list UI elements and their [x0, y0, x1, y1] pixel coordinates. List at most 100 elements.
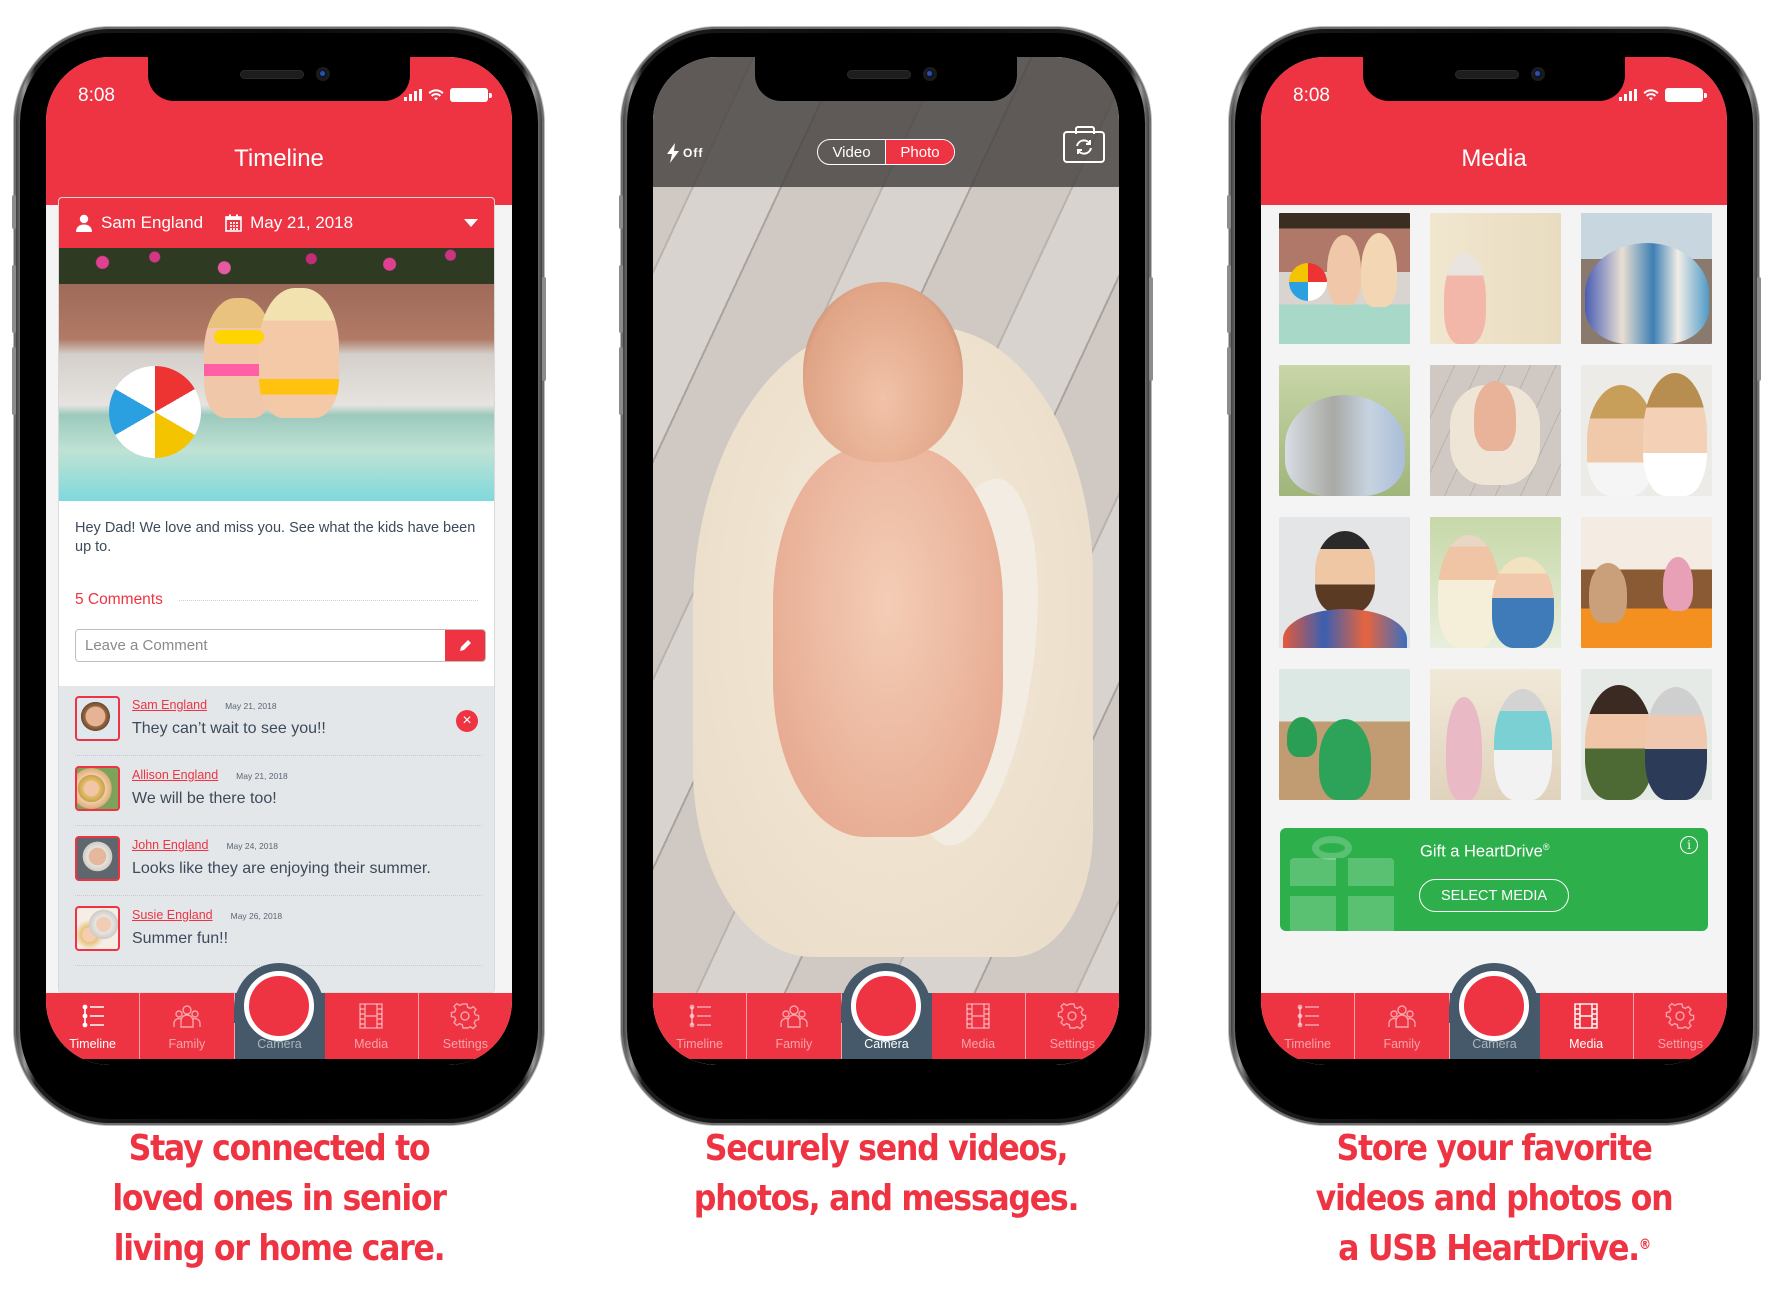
gift-heartdrive-banner: Gift a HeartDrive® SELECT MEDIA i	[1280, 828, 1708, 931]
media-thumbnail[interactable]	[1430, 213, 1561, 344]
media-thumbnail[interactable]	[1430, 669, 1561, 800]
family-icon	[173, 1005, 201, 1028]
side-button	[1757, 277, 1761, 381]
volume-up-button	[619, 265, 623, 333]
tab-settings[interactable]: Settings	[1026, 993, 1119, 1059]
mode-photo[interactable]: Photo	[886, 140, 954, 164]
comments-header: 5 Comments	[59, 581, 494, 619]
comment-text: Looks like they are enjoying their summe…	[132, 860, 431, 877]
shutter-button[interactable]	[851, 971, 921, 1041]
flash-label: Off	[683, 146, 704, 160]
shutter-button[interactable]	[1459, 971, 1529, 1041]
tab-timeline[interactable]: Timeline	[46, 993, 141, 1059]
media-thumbnail[interactable]	[1430, 365, 1561, 496]
media-thumbnail[interactable]	[1279, 669, 1410, 800]
caption-timeline: Stay connected to loved ones in senior l…	[112, 1128, 447, 1269]
tab-label: Media	[354, 1037, 389, 1051]
pencil-icon	[460, 639, 471, 651]
caption-camera: Securely send videos, photos, and messag…	[693, 1128, 1080, 1219]
side-button	[542, 277, 546, 381]
tab-label: Family	[168, 1037, 206, 1051]
tab-family[interactable]: Family	[1355, 993, 1450, 1059]
timeline-icon	[1297, 1004, 1319, 1028]
mode-video[interactable]: Video	[818, 140, 886, 164]
camera-viewfinder[interactable]	[653, 57, 1119, 1065]
wifi-icon	[428, 89, 444, 101]
comment-input-group	[75, 629, 486, 662]
avatar	[75, 766, 120, 811]
close-icon: ×	[462, 712, 472, 729]
tab-timeline[interactable]: Timeline	[653, 993, 748, 1059]
comment-text: Summer fun!!	[132, 930, 229, 947]
comment-input[interactable]	[76, 630, 445, 661]
film-icon	[966, 1003, 990, 1029]
tab-family[interactable]: Family	[747, 993, 842, 1059]
tab-media[interactable]: Media	[932, 993, 1026, 1059]
post-date: May 21, 2018	[250, 213, 354, 232]
tab-family[interactable]: Family	[140, 993, 235, 1059]
tab-media[interactable]: Media	[325, 993, 419, 1059]
media-thumbnail[interactable]	[1430, 517, 1561, 648]
media-thumbnail[interactable]	[1581, 517, 1712, 648]
comment-author[interactable]: Susie England	[132, 908, 213, 922]
calendar-icon	[225, 214, 242, 232]
comment-text: They can’t wait to see you!!	[132, 720, 326, 737]
media-grid	[1279, 213, 1712, 800]
select-media-button[interactable]: SELECT MEDIA	[1419, 879, 1569, 912]
notch	[1363, 57, 1625, 101]
post-photo[interactable]	[59, 248, 494, 501]
gear-icon	[451, 1002, 480, 1030]
media-thumbnail[interactable]	[1279, 213, 1410, 344]
tab-label: Timeline	[676, 1037, 724, 1051]
status-time: 8:08	[1293, 85, 1330, 106]
volume-down-button	[1227, 347, 1231, 415]
tab-settings[interactable]: Settings	[1634, 993, 1727, 1059]
comment-author[interactable]: John England	[132, 838, 208, 852]
tab-label: Media	[961, 1037, 996, 1051]
volume-down-button	[619, 347, 623, 415]
post-author: Sam England	[101, 213, 204, 232]
tab-label: Family	[775, 1037, 813, 1051]
family-icon	[1388, 1005, 1416, 1028]
tab-label: Settings	[1049, 1037, 1095, 1051]
shutter-button[interactable]	[244, 971, 314, 1041]
gift-icon	[1312, 836, 1352, 860]
post-header[interactable]: Sam England May 21, 2018	[59, 198, 494, 248]
media-thumbnail[interactable]	[1581, 213, 1712, 344]
comment-date: May 21, 2018	[236, 771, 288, 781]
media-thumbnail[interactable]	[1581, 669, 1712, 800]
timeline-icon	[689, 1004, 711, 1028]
chevron-down-icon[interactable]	[464, 219, 478, 227]
notch	[148, 57, 410, 101]
notch	[755, 57, 1017, 101]
caption-media: Store your favorite videos and photos on…	[1315, 1128, 1674, 1269]
comments-list: Sam England May 21, 2018 They can’t wait …	[59, 686, 494, 992]
info-icon[interactable]: i	[1680, 836, 1698, 854]
flip-camera-button[interactable]	[1063, 126, 1105, 163]
comments-count[interactable]: 5 Comments	[75, 591, 163, 609]
comment-text: We will be there too!	[132, 790, 277, 807]
comment-author[interactable]: Allison England	[132, 768, 218, 782]
film-icon	[359, 1003, 383, 1029]
post-comment-button[interactable]	[445, 630, 485, 661]
screen: Media 8:08 Gift a HeartDrive® SELECT MED…	[1261, 57, 1727, 1065]
flash-toggle[interactable]: Off	[667, 143, 703, 163]
tab-label: Timeline	[69, 1037, 117, 1051]
gear-icon	[1666, 1002, 1695, 1030]
comment-item: John England May 24, 2018 Looks like they…	[75, 826, 482, 896]
media-thumbnail[interactable]	[1279, 517, 1410, 648]
tab-label: Timeline	[1284, 1037, 1332, 1051]
tab-settings[interactable]: Settings	[419, 993, 512, 1059]
tab-label: Media	[1569, 1037, 1604, 1051]
status-time: 8:08	[78, 85, 115, 106]
delete-comment-button[interactable]: ×	[456, 710, 478, 732]
tab-media[interactable]: Media	[1540, 993, 1634, 1059]
media-thumbnail[interactable]	[1581, 365, 1712, 496]
avatar	[75, 906, 120, 951]
media-thumbnail[interactable]	[1279, 365, 1410, 496]
screen: Off Video Photo Timeline Family Camera M…	[653, 57, 1119, 1065]
flash-icon	[667, 143, 679, 163]
tab-timeline[interactable]: Timeline	[1261, 993, 1356, 1059]
gift-title: Gift a HeartDrive®	[1420, 842, 1550, 861]
comment-author[interactable]: Sam England	[132, 698, 207, 712]
